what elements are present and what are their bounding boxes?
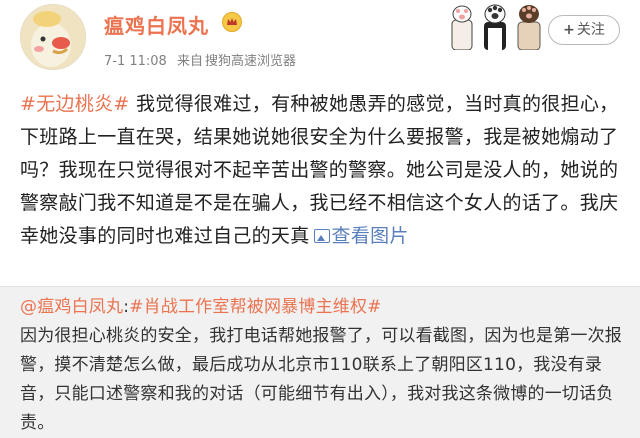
- picture-icon: [313, 229, 330, 243]
- view-images-label: 查看图片: [331, 225, 409, 247]
- follow-button[interactable]: + 关注: [548, 15, 620, 45]
- source-prefix: 来自: [176, 54, 203, 69]
- post-time[interactable]: 7-1 11:08: [104, 54, 167, 69]
- avatar[interactable]: [20, 4, 86, 70]
- cat-paws-decoration-icon: [448, 2, 548, 51]
- view-images-link[interactable]: 查看图片: [310, 225, 409, 247]
- post-text: 我觉得很难过，有种被她愚弄的感觉，当时真的很担心，下班路上一直在哭，结果她说她很…: [20, 93, 619, 247]
- repost-text: 因为很担心桃炎的安全，我打电话帮她报警了，可以看截图，因为也是第一次报警，摸不清…: [20, 326, 622, 433]
- repost-hashtag-link[interactable]: #肖战工作室帮被网暴博主维权#: [129, 297, 382, 317]
- follow-label: 关注: [576, 22, 605, 38]
- plus-icon: +: [563, 22, 575, 38]
- username[interactable]: 瘟鸡白凤丸: [104, 10, 209, 39]
- post-meta: 7-1 11:08 来自 搜狗高速浏览器: [104, 50, 302, 69]
- reposted-weibo[interactable]: @瘟鸡白凤丸:#肖战工作室帮被网暴博主维权# 因为很担心桃炎的安全，我打电话帮她报…: [0, 286, 640, 438]
- post-header: 瘟鸡白凤丸 7-1 11:08 来自 搜狗高速浏览器 + 关注: [0, 0, 640, 80]
- cartoon-duck-avatar-icon: [21, 5, 85, 69]
- repost-content: @瘟鸡白凤丸:#肖战工作室帮被网暴博主维权# 因为很担心桃炎的安全，我打电话帮她报…: [20, 293, 624, 438]
- post-body: #无边桃炎# 我觉得很难过，有种被她愚弄的感觉，当时真的很担心，下班路上一直在哭…: [20, 88, 622, 253]
- repost-author-link[interactable]: @瘟鸡白凤丸: [20, 297, 123, 317]
- source-app[interactable]: 搜狗高速浏览器: [205, 54, 296, 69]
- hashtag-link[interactable]: #无边桃炎#: [20, 93, 130, 115]
- vip-crown-badge-icon: [222, 12, 242, 32]
